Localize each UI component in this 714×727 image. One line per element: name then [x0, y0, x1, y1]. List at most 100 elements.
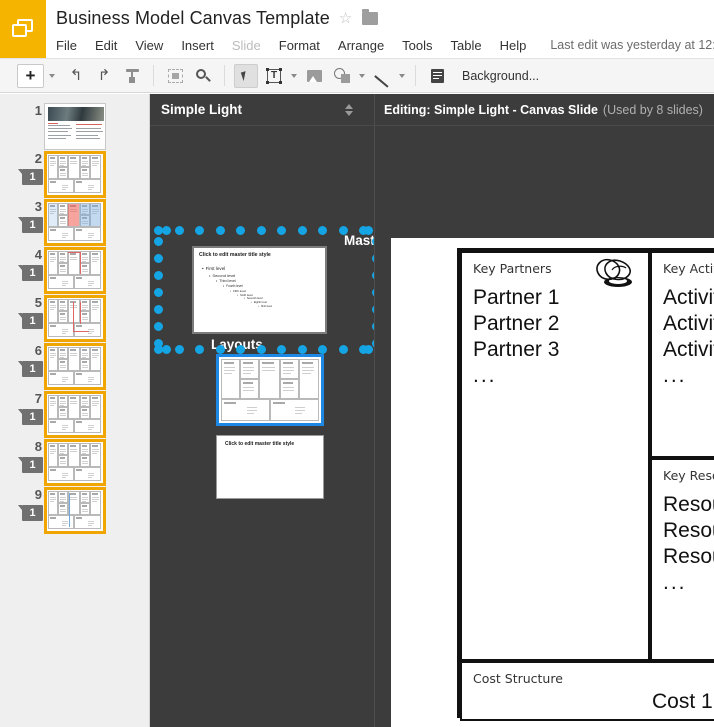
textbox-tool-button[interactable]: T: [262, 64, 286, 88]
filmstrip-slide-4[interactable]: 41: [0, 247, 149, 296]
slide-skip-badge[interactable]: 1: [18, 313, 43, 329]
selection-handle-dot[interactable]: [215, 345, 225, 354]
select-tool-button[interactable]: [234, 63, 258, 88]
filmstrip-slide-2[interactable]: 21: [0, 151, 149, 200]
document-title-row: Business Model Canvas Template ☆: [56, 5, 379, 31]
sort-spinner-icon[interactable]: [345, 104, 354, 116]
menu-item-edit[interactable]: Edit: [95, 38, 117, 53]
line-dropdown-caret[interactable]: [399, 73, 405, 78]
selection-handle-dot[interactable]: [236, 345, 245, 354]
menu-item-insert[interactable]: Insert: [181, 38, 214, 53]
slide-thumbnail[interactable]: [44, 343, 106, 390]
selection-handle-dot[interactable]: [154, 271, 163, 280]
menu-item-arrange[interactable]: Arrange: [338, 38, 384, 53]
folder-icon[interactable]: [362, 8, 379, 25]
selection-handle-dot[interactable]: [318, 226, 327, 235]
undo-button[interactable]: ↰: [64, 64, 88, 88]
selection-handle-dot[interactable]: [162, 226, 171, 235]
zoom-button[interactable]: [191, 64, 215, 88]
slide-skip-badge[interactable]: 1: [18, 361, 43, 377]
slide-thumbnail[interactable]: [44, 151, 106, 198]
slide-thumbnail[interactable]: [44, 247, 106, 294]
canvas-cell-key-activities[interactable]: Key Activities Activity 1 Activity 2 Act…: [650, 251, 714, 458]
menu-item-view[interactable]: View: [135, 38, 163, 53]
slide-thumbnail[interactable]: [44, 487, 106, 534]
slide-thumbnail[interactable]: [44, 391, 106, 438]
selection-handle-dot[interactable]: [195, 226, 204, 235]
theme-header[interactable]: Simple Light: [150, 94, 374, 126]
slide-work-area[interactable]: Key Partners Partner 1 Partner 2 Partner…: [374, 126, 714, 727]
selection-handle-dot[interactable]: [338, 226, 348, 235]
selection-handle-dot[interactable]: [154, 305, 163, 314]
canvas-cell-cost-structure[interactable]: Cost Structure Cost 1 Cost 2: [460, 661, 714, 721]
slide-skip-badge[interactable]: 1: [18, 505, 43, 521]
master-thumbnail[interactable]: Click to edit master title style First l…: [192, 246, 327, 334]
slide-skip-badge[interactable]: 1: [18, 169, 43, 185]
last-edit-status[interactable]: Last edit was yesterday at 12:3: [550, 38, 714, 52]
slide-thumbnail[interactable]: [44, 295, 106, 342]
selection-handle-dot[interactable]: [364, 226, 373, 235]
insert-line-button[interactable]: [370, 64, 394, 88]
menu-item-help[interactable]: Help: [500, 38, 527, 53]
selection-handle-dot[interactable]: [174, 345, 184, 354]
menu-item-format[interactable]: Format: [279, 38, 320, 53]
thumbnail-canvas-preview: [47, 346, 103, 387]
slide-thumbnail[interactable]: [44, 439, 106, 486]
insert-image-button[interactable]: [302, 64, 326, 88]
selection-handle-dot[interactable]: [154, 288, 163, 297]
layout-thumbnail-title[interactable]: Click to edit master title style: [216, 435, 324, 499]
menu-item-tools[interactable]: Tools: [402, 38, 432, 53]
selection-handle-dot[interactable]: [236, 226, 245, 235]
slides-logo-icon[interactable]: [0, 0, 46, 58]
star-icon[interactable]: ☆: [339, 11, 352, 26]
fit-to-screen-button[interactable]: [163, 64, 187, 88]
toolbar: + ↰ ↱ T Background...: [0, 58, 714, 93]
filmstrip-slide-6[interactable]: 61: [0, 343, 149, 392]
slide-thumbnail[interactable]: [44, 199, 106, 246]
slide-canvas[interactable]: Key Partners Partner 1 Partner 2 Partner…: [391, 238, 714, 727]
selection-handle-dot[interactable]: [256, 226, 266, 235]
selection-handle-dot[interactable]: [256, 345, 266, 354]
filmstrip-slide-9[interactable]: 91: [0, 487, 149, 536]
slide-skip-badge[interactable]: 1: [18, 457, 43, 473]
layout-thumbnail-canvas[interactable]: [216, 354, 324, 426]
menu-item-table[interactable]: Table: [451, 38, 482, 53]
filmstrip-slide-1[interactable]: 1: [0, 103, 149, 152]
page-title[interactable]: Business Model Canvas Template: [56, 8, 330, 29]
selection-handle-dot[interactable]: [154, 322, 163, 331]
shape-dropdown-caret[interactable]: [359, 73, 365, 78]
selection-handle-dot[interactable]: [162, 345, 171, 354]
selection-handle-dot[interactable]: [174, 226, 184, 235]
selection-handle-dot[interactable]: [364, 345, 373, 354]
slide-skip-badge[interactable]: 1: [18, 409, 43, 425]
canvas-cell-key-partners[interactable]: Key Partners Partner 1 Partner 2 Partner…: [460, 251, 650, 661]
background-button[interactable]: Background...: [462, 69, 539, 83]
filmstrip-slide-7[interactable]: 71: [0, 391, 149, 440]
paint-format-button[interactable]: [120, 64, 144, 88]
slide-filmstrip[interactable]: 12131415161718191: [0, 94, 150, 727]
selection-handle-dot[interactable]: [215, 226, 225, 235]
slide-thumbnail[interactable]: [44, 103, 106, 150]
redo-button[interactable]: ↱: [92, 64, 116, 88]
textbox-dropdown-caret[interactable]: [291, 73, 297, 78]
selection-handle-dot[interactable]: [154, 237, 163, 246]
selection-handle-dot[interactable]: [318, 345, 327, 354]
selection-handle-dot[interactable]: [154, 254, 163, 263]
selection-handle-dot[interactable]: [297, 345, 307, 354]
insert-shape-button[interactable]: [330, 64, 354, 88]
selection-handle-dot[interactable]: [338, 345, 348, 354]
slide-skip-badge[interactable]: 1: [18, 265, 43, 281]
selection-handle-dot[interactable]: [277, 345, 286, 354]
selection-handle-dot[interactable]: [195, 345, 204, 354]
layout-button[interactable]: [425, 64, 449, 88]
filmstrip-slide-5[interactable]: 51: [0, 295, 149, 344]
selection-handle-dot[interactable]: [277, 226, 286, 235]
new-slide-dropdown-caret[interactable]: [49, 73, 55, 78]
slide-skip-badge[interactable]: 1: [18, 217, 43, 233]
canvas-cell-key-resources[interactable]: Key Resources Resource 1 Resource 2 Reso…: [650, 458, 714, 661]
selection-handle-dot[interactable]: [297, 226, 307, 235]
filmstrip-slide-3[interactable]: 31: [0, 199, 149, 248]
filmstrip-slide-8[interactable]: 81: [0, 439, 149, 488]
menu-item-file[interactable]: File: [56, 38, 77, 53]
new-slide-button[interactable]: +: [17, 63, 44, 88]
